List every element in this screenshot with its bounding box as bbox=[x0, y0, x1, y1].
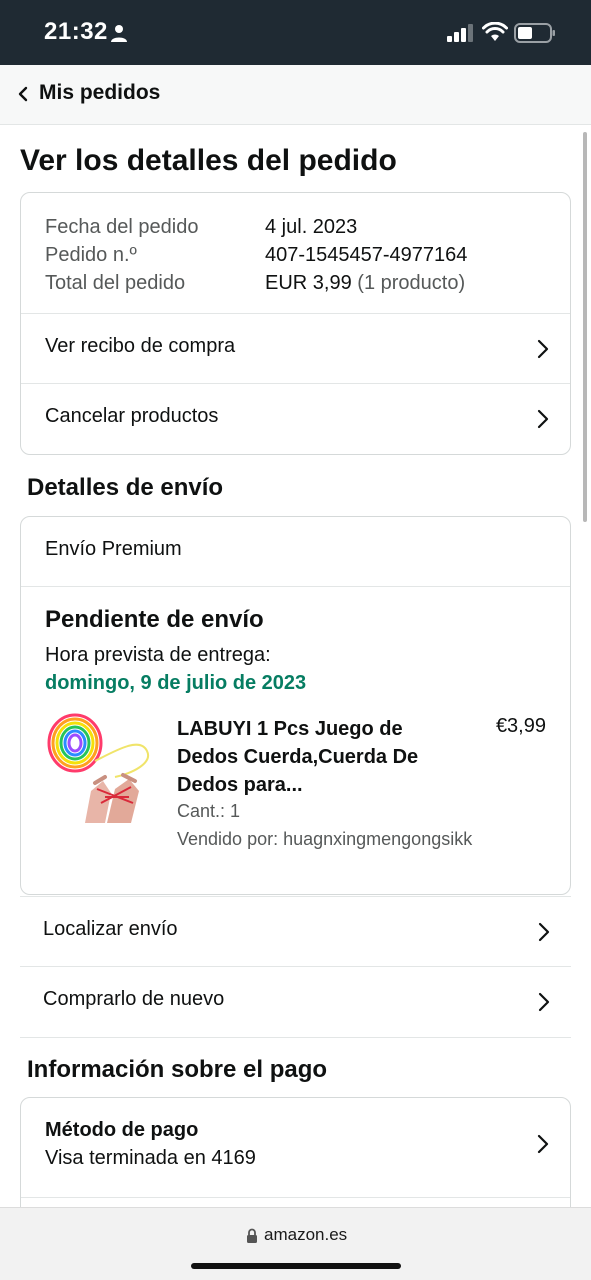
chevron-right-icon bbox=[538, 992, 550, 1012]
delivery-date: domingo, 9 de julio de 2023 bbox=[45, 672, 307, 694]
order-total-count: (1 producto) bbox=[357, 272, 466, 294]
chevron-right-icon bbox=[538, 922, 550, 942]
product-price: €3,99 bbox=[495, 715, 546, 737]
home-indicator[interactable] bbox=[191, 1263, 401, 1269]
order-summary-rows: Fecha del pedido 4 jul. 2023 Pedido n.º … bbox=[45, 213, 467, 297]
product-title[interactable]: LABUYI 1 Pcs Juego de Dedos Cuerda,Cuerd… bbox=[177, 715, 457, 799]
buy-again-link[interactable]: Comprarlo de nuevo bbox=[20, 967, 571, 1038]
order-total-amount: EUR 3,99 bbox=[265, 272, 352, 294]
order-date-row: Fecha del pedido 4 jul. 2023 bbox=[45, 213, 467, 241]
navigation-bar: Mis pedidos bbox=[0, 65, 591, 125]
cellular-signal-icon bbox=[447, 24, 473, 42]
cancel-products-label: Cancelar productos bbox=[45, 405, 219, 427]
order-date-label: Fecha del pedido bbox=[45, 216, 199, 238]
back-chevron-icon[interactable] bbox=[16, 84, 30, 104]
payment-section-title: Información sobre el pago bbox=[27, 1056, 328, 1083]
scrollbar[interactable] bbox=[583, 132, 587, 522]
divider bbox=[21, 586, 570, 587]
page-title: Ver los detalles del pedido bbox=[20, 144, 397, 177]
status-bar: 21:32 bbox=[0, 0, 591, 65]
track-shipment-label: Localizar envío bbox=[43, 918, 178, 940]
track-shipment-link[interactable]: Localizar envío bbox=[20, 896, 571, 967]
back-link-my-orders[interactable]: Mis pedidos bbox=[39, 81, 160, 105]
cancel-products-link[interactable]: Cancelar productos bbox=[21, 383, 570, 454]
shipping-card: Envío Premium Pendiente de envío Hora pr… bbox=[20, 516, 571, 895]
order-number-value: 407-1545457-4977164 bbox=[265, 244, 468, 266]
product-seller: Vendido por: huagnxingmengongsikk bbox=[177, 829, 473, 849]
order-number-label: Pedido n.º bbox=[45, 244, 137, 266]
shipping-method: Envío Premium bbox=[45, 538, 182, 560]
wifi-icon bbox=[482, 22, 508, 41]
chevron-right-icon bbox=[537, 339, 549, 359]
order-number-row: Pedido n.º 407-1545457-4977164 bbox=[45, 241, 467, 269]
view-receipt-link[interactable]: Ver recibo de compra bbox=[21, 313, 570, 384]
delivery-label: Hora prevista de entrega: bbox=[45, 644, 271, 666]
order-total-row: Total del pedido EUR 3,99 (1 producto) bbox=[45, 269, 467, 297]
status-time: 21:32 bbox=[44, 18, 108, 45]
order-date-value: 4 jul. 2023 bbox=[265, 216, 358, 238]
lock-icon bbox=[247, 1228, 257, 1243]
shipment-status: Pendiente de envío bbox=[45, 606, 264, 633]
chevron-right-icon bbox=[537, 1134, 549, 1154]
battery-icon bbox=[514, 23, 555, 43]
product-quantity: Cant.: 1 bbox=[177, 801, 241, 821]
order-total-label: Total del pedido bbox=[45, 272, 186, 294]
buy-again-label: Comprarlo de nuevo bbox=[43, 988, 225, 1010]
order-summary-card: Fecha del pedido 4 jul. 2023 Pedido n.º … bbox=[20, 192, 571, 455]
order-total-value: EUR 3,99 (1 producto) bbox=[265, 269, 465, 297]
payment-method-title: Método de pago bbox=[45, 1119, 199, 1141]
url-text[interactable]: amazon.es bbox=[264, 1225, 347, 1245]
chevron-right-icon bbox=[537, 409, 549, 429]
browser-url-bar[interactable]: amazon.es bbox=[0, 1207, 591, 1280]
shipping-section-title: Detalles de envío bbox=[27, 474, 224, 501]
payment-method-value: Visa terminada en 4169 bbox=[45, 1147, 256, 1169]
view-receipt-label: Ver recibo de compra bbox=[45, 335, 236, 357]
person-icon bbox=[111, 25, 127, 42]
divider bbox=[21, 1197, 570, 1198]
product-image[interactable] bbox=[45, 711, 155, 823]
